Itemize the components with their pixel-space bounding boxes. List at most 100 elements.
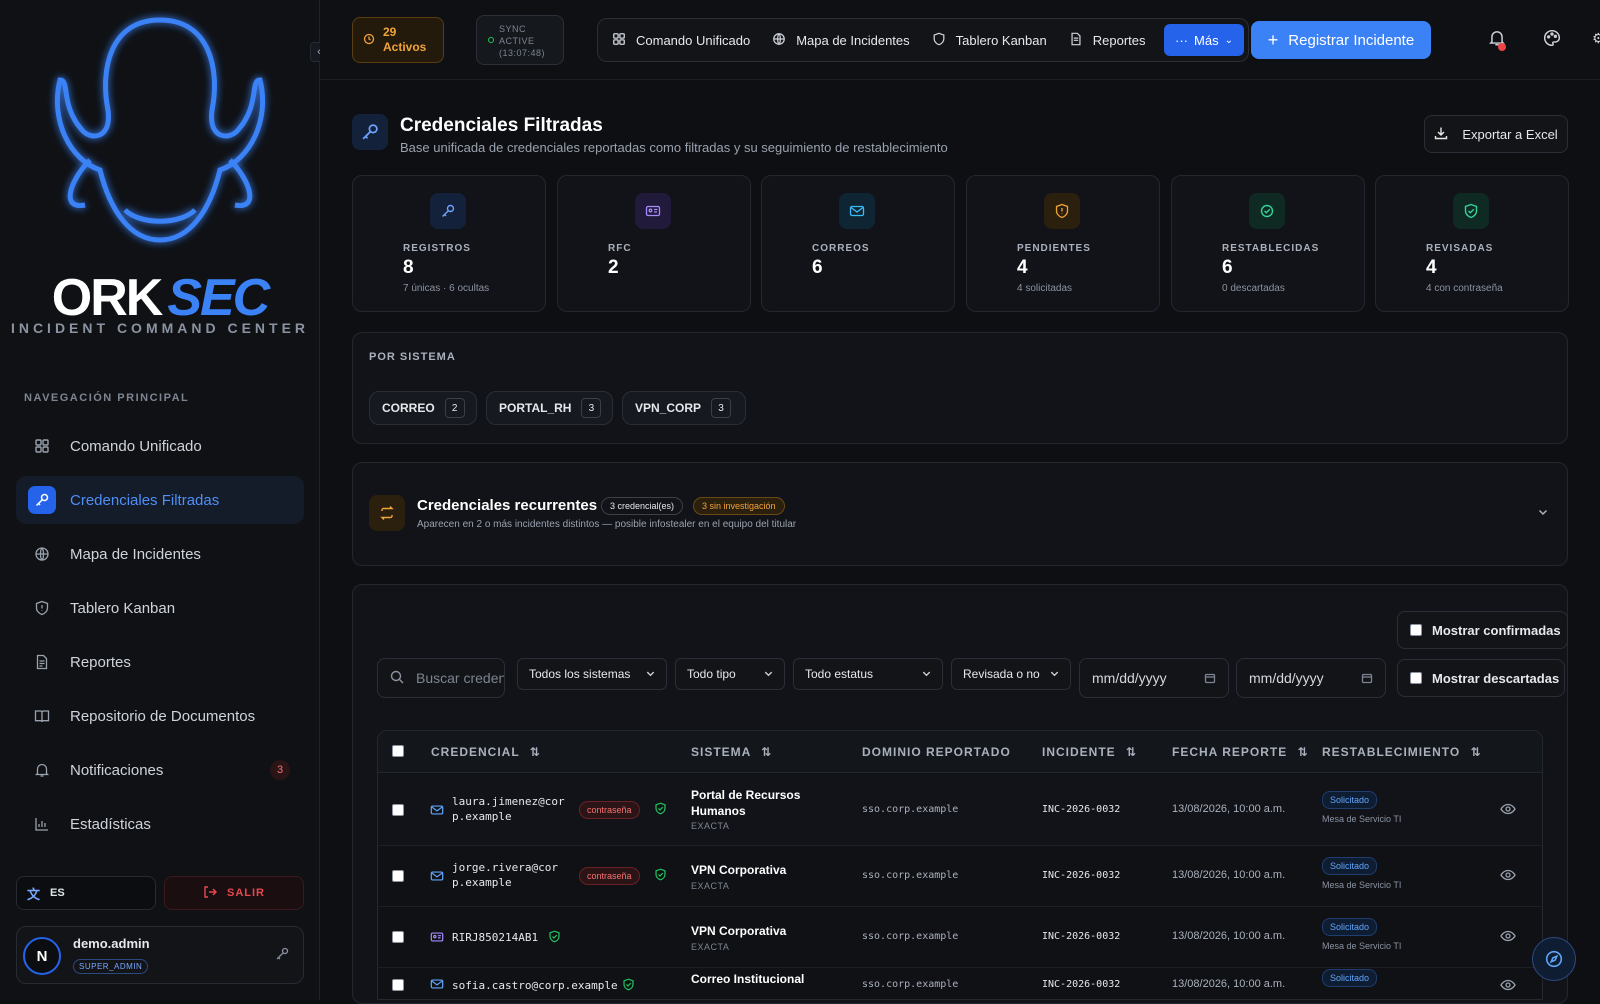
stat-label: REGISTROS: [403, 243, 471, 254]
report-date: 13/08/2026, 10:00 a.m.: [1172, 978, 1286, 990]
date-from-input[interactable]: mm/dd/yyyy: [1079, 658, 1229, 698]
status-filter-select[interactable]: Todo estatus: [793, 658, 943, 690]
tab-tablero-kanban[interactable]: Tablero Kanban: [932, 32, 1047, 49]
sidebar-item-credenciales-filtradas[interactable]: Credenciales Filtradas: [16, 476, 304, 524]
active-label: Activos: [383, 40, 427, 54]
table-row[interactable]: laura.jimenez@cor p.example contraseña Po…: [378, 774, 1542, 846]
incident-id[interactable]: INC-2026-0032: [1042, 931, 1120, 942]
type-filter-select[interactable]: Todo tipo: [675, 658, 785, 690]
table-row[interactable]: RIRJ850214AB1 VPN Corporativa EXACTA sso…: [378, 908, 1542, 968]
settings-icon[interactable]: ⚙: [1592, 30, 1600, 47]
search-input[interactable]: Buscar credencial: [377, 658, 505, 698]
row-checkbox[interactable]: [392, 870, 404, 882]
stat-label: RESTABLECIDAS: [1222, 243, 1320, 254]
chip-label: PORTAL_RH: [499, 401, 572, 415]
sidebar-item-comando-unificado[interactable]: Comando Unificado: [16, 422, 304, 470]
sort-icon: ⇅: [1126, 745, 1138, 759]
system-chip-correo[interactable]: CORREO 2: [369, 391, 477, 425]
sidebar-item-estadisticas[interactable]: Estadísticas: [16, 800, 304, 848]
tab-comando-unificado[interactable]: Comando Unificado: [612, 32, 750, 49]
mail-icon: [430, 803, 444, 822]
compass-icon[interactable]: [1532, 937, 1576, 981]
search-placeholder: Buscar credencial: [416, 670, 504, 686]
id-card-icon: [430, 930, 444, 949]
chevron-down-icon: [763, 668, 774, 682]
view-eye-icon[interactable]: [1500, 867, 1516, 888]
more-menu-button[interactable]: ··· Más ⌄: [1164, 24, 1244, 56]
checkbox[interactable]: [1410, 672, 1422, 684]
column-header-restablecimiento[interactable]: RESTABLECIMIENTO ⇅: [1322, 745, 1482, 759]
theme-palette-icon[interactable]: [1543, 29, 1561, 52]
export-label: Exportar a Excel: [1462, 126, 1558, 142]
logout-button[interactable]: SALIR: [164, 876, 304, 910]
shield-icon: [932, 32, 946, 49]
sidebar-item-label: Comando Unificado: [70, 437, 202, 455]
table-row[interactable]: jorge.rivera@cor p.example contraseña VPN…: [378, 847, 1542, 907]
stat-label: PENDIENTES: [1017, 243, 1091, 254]
search-icon: [390, 670, 404, 687]
language-label: ES: [50, 887, 65, 899]
sidebar-item-label: Reportes: [70, 653, 131, 671]
show-discarded-toggle[interactable]: Mostrar descartadas: [1397, 659, 1565, 697]
more-dots-icon: ···: [1175, 32, 1189, 48]
sidebar-item-repositorio-de-documentos[interactable]: Repositorio de Documentos: [16, 692, 304, 740]
por-sistema-title: POR SISTEMA: [369, 351, 456, 363]
export-excel-button[interactable]: Exportar a Excel: [1424, 115, 1568, 153]
chip-count: 3: [581, 398, 602, 418]
view-eye-icon[interactable]: [1500, 928, 1516, 949]
incident-id[interactable]: INC-2026-0032: [1042, 804, 1120, 815]
sidebar-item-reportes[interactable]: Reportes: [16, 638, 304, 686]
status-badge: Solicitado: [1322, 969, 1378, 987]
change-password-icon[interactable]: [275, 947, 289, 966]
tab-mapa-de-incidentes[interactable]: Mapa de Incidentes: [772, 32, 910, 49]
column-header-credencial[interactable]: CREDENCIAL ⇅: [431, 745, 541, 759]
password-badge: contraseña: [579, 867, 640, 885]
tab-reportes[interactable]: Reportes: [1069, 32, 1146, 49]
column-header-fecha[interactable]: FECHA REPORTE ⇅: [1172, 745, 1309, 759]
column-header-sistema[interactable]: SISTEMA ⇅: [691, 745, 772, 759]
stat-sub: 4 solicitadas: [1017, 283, 1073, 294]
sort-icon: ⇅: [761, 745, 773, 759]
stat-value: 2: [608, 257, 619, 278]
row-checkbox[interactable]: [392, 804, 404, 816]
tab-label: Tablero Kanban: [955, 32, 1047, 48]
incident-id[interactable]: INC-2026-0032: [1042, 979, 1120, 990]
status-badge: Solicitado: [1322, 857, 1378, 875]
view-eye-icon[interactable]: [1500, 977, 1516, 998]
table-row[interactable]: sofia.castro@corp.example Correo Institu…: [378, 969, 1542, 999]
active-incidents-pill[interactable]: 29 Activos: [352, 17, 444, 63]
incident-id[interactable]: INC-2026-0032: [1042, 870, 1120, 881]
recurrent-credentials-panel[interactable]: Credenciales recurrentes 3 credencial(es…: [352, 462, 1568, 566]
table-header: CREDENCIAL ⇅ SISTEMA ⇅ DOMINIO REPORTADO…: [378, 731, 1542, 773]
row-checkbox[interactable]: [392, 931, 404, 943]
sidebar-item-notificaciones[interactable]: Notificaciones 3: [16, 746, 304, 794]
system-chip-portal-rh[interactable]: PORTAL_RH 3: [486, 391, 613, 425]
system-filter-select[interactable]: Todos los sistemas: [517, 658, 667, 690]
date-to-input[interactable]: mm/dd/yyyy: [1236, 658, 1386, 698]
reviewed-filter-select[interactable]: Revisada o no: [951, 658, 1071, 690]
show-confirmed-toggle[interactable]: Mostrar confirmadas: [1397, 611, 1568, 649]
stat-value: 4: [1017, 257, 1028, 278]
column-header-incidente[interactable]: INCIDENTE ⇅: [1042, 745, 1137, 759]
row-checkbox[interactable]: [392, 979, 404, 991]
stat-value: 6: [1222, 257, 1233, 278]
checkbox[interactable]: [1410, 624, 1422, 636]
tab-label: Reportes: [1092, 32, 1146, 48]
sidebar-item-tablero-kanban[interactable]: Tablero Kanban: [16, 584, 304, 632]
status-badge: Solicitado: [1322, 791, 1378, 809]
select-all-checkbox[interactable]: [392, 745, 404, 757]
stat-card-rfc: RFC 2: [557, 175, 751, 312]
page-subtitle: Base unificada de credenciales reportada…: [400, 140, 948, 155]
sidebar-item-mapa-de-incidentes[interactable]: Mapa de Incidentes: [16, 530, 304, 578]
chevron-down-icon[interactable]: [1537, 505, 1549, 523]
stat-sub: 7 únicas · 6 ocultas: [403, 283, 490, 294]
chip-count: 3: [711, 398, 732, 418]
view-eye-icon[interactable]: [1500, 801, 1516, 822]
sync-line1: SYNC: [499, 24, 527, 34]
language-button[interactable]: 文 ES: [16, 876, 156, 910]
stat-card-restablecidas: RESTABLECIDAS 6 0 descartadas: [1171, 175, 1365, 312]
system-chip-vpn-corp[interactable]: VPN_CORP 3: [622, 391, 746, 425]
user-card[interactable]: N demo.admin SUPER_ADMIN: [16, 926, 304, 984]
repeat-icon: [369, 495, 405, 531]
register-incident-button[interactable]: + Registrar Incidente: [1251, 21, 1431, 59]
